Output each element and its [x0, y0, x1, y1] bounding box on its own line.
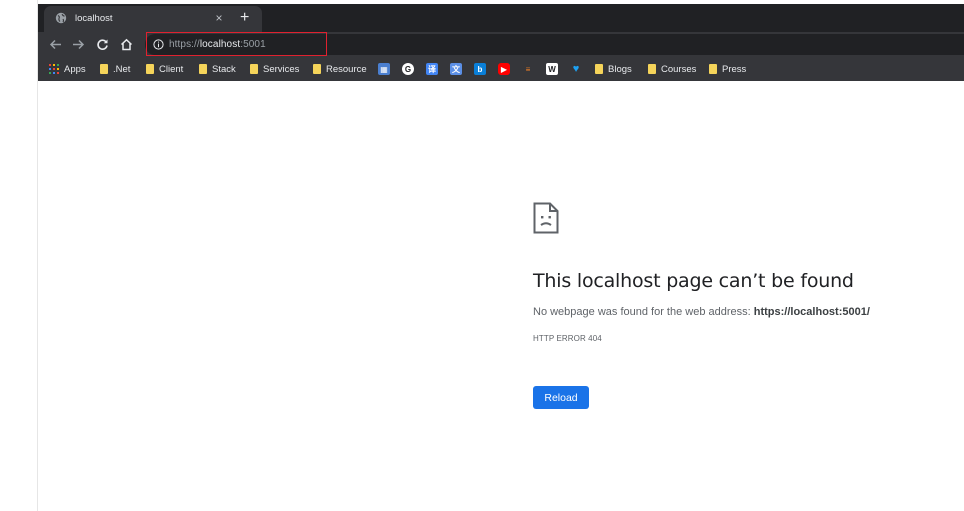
bookmark-press[interactable]: Press — [709, 61, 746, 77]
apps-grid-icon — [49, 64, 59, 74]
globe-icon — [55, 12, 67, 24]
page-left-margin — [0, 0, 38, 511]
bookmark-wordpress[interactable]: W — [546, 61, 558, 77]
bookmark-bing[interactable]: b — [474, 61, 486, 77]
bookmark-label: Client — [159, 63, 184, 75]
bing-icon: b — [474, 63, 486, 75]
bookmark-services[interactable]: Services — [250, 61, 299, 77]
bookmark-label: .Net — [113, 63, 131, 75]
bookmark-google[interactable]: G — [402, 61, 414, 77]
folder-icon — [199, 64, 207, 74]
folder-icon — [313, 64, 321, 74]
folder-icon — [595, 64, 603, 74]
arrow-right-icon — [72, 39, 84, 49]
bookmark-news[interactable]: ▦ — [378, 61, 390, 77]
address-highlight-box — [146, 32, 327, 56]
bookmark-stack[interactable]: Stack — [199, 61, 236, 77]
reload-button[interactable]: Reload — [533, 386, 589, 409]
bookmark-client[interactable]: Client — [146, 61, 183, 77]
bookmark-resource[interactable]: Resource — [313, 61, 367, 77]
bookmark-twitter[interactable]: ♥ — [570, 61, 582, 77]
tab-localhost[interactable]: localhost × + — [44, 6, 262, 32]
bookmarks-bar: Apps .Net Client Stack Services Resource… — [38, 57, 964, 81]
translator-icon: 文 — [450, 63, 462, 75]
refresh-icon — [96, 38, 108, 50]
home-icon — [120, 38, 132, 50]
tab-title: localhost — [75, 13, 113, 24]
bookmark-blogs[interactable]: Blogs — [595, 61, 632, 77]
bookmark-courses[interactable]: Courses — [648, 61, 696, 77]
toolbar: https://localhost:5001 — [38, 32, 964, 57]
folder-icon — [648, 64, 656, 74]
tab-strip: localhost × + — [38, 4, 964, 32]
error-code: HTTP ERROR 404 — [533, 334, 602, 343]
bookmark-dotnet[interactable]: .Net — [100, 61, 130, 77]
error-description: No webpage was found for the web address… — [533, 306, 870, 318]
folder-icon — [250, 64, 258, 74]
bookmark-label: Blogs — [608, 63, 632, 75]
wordpress-icon: W — [546, 63, 558, 75]
bookmark-translate[interactable]: 译 — [426, 61, 438, 77]
twitter-icon: ♥ — [572, 63, 580, 75]
bookmark-label: Courses — [661, 63, 697, 75]
folder-icon — [146, 64, 154, 74]
error-title: This localhost page can’t be found — [533, 270, 854, 292]
bookmark-translator[interactable]: 文 — [450, 61, 462, 77]
sad-file-icon — [533, 202, 559, 234]
close-icon[interactable]: × — [212, 10, 226, 26]
translate-icon: 译 — [426, 63, 438, 75]
bookmark-label: Press — [722, 63, 747, 75]
forward-button[interactable] — [69, 35, 87, 53]
bookmark-label: Resource — [326, 63, 367, 75]
error-url: https://localhost:5001/ — [753, 306, 870, 318]
bookmark-stackoverflow[interactable]: ≡ — [522, 61, 534, 77]
stackoverflow-icon: ≡ — [525, 64, 531, 74]
folder-icon — [709, 64, 717, 74]
folder-icon — [100, 64, 108, 74]
bookmark-label: Services — [263, 63, 300, 75]
home-button[interactable] — [117, 35, 135, 53]
reload-page-button[interactable] — [93, 35, 111, 53]
news-icon: ▦ — [378, 63, 390, 75]
bookmark-label: Apps — [64, 63, 86, 75]
bookmark-youtube[interactable]: ▶ — [498, 61, 510, 77]
back-button[interactable] — [46, 35, 64, 53]
youtube-icon: ▶ — [498, 63, 510, 75]
arrow-left-icon — [49, 39, 61, 49]
error-description-text: No webpage was found for the web address… — [533, 306, 754, 318]
bookmark-apps[interactable]: Apps — [49, 61, 86, 77]
browser-chrome: localhost × + https://localhost:5001 App… — [38, 4, 964, 81]
bookmark-label: Stack — [212, 63, 236, 75]
google-icon: G — [402, 63, 414, 75]
new-tab-button[interactable]: + — [240, 8, 249, 28]
